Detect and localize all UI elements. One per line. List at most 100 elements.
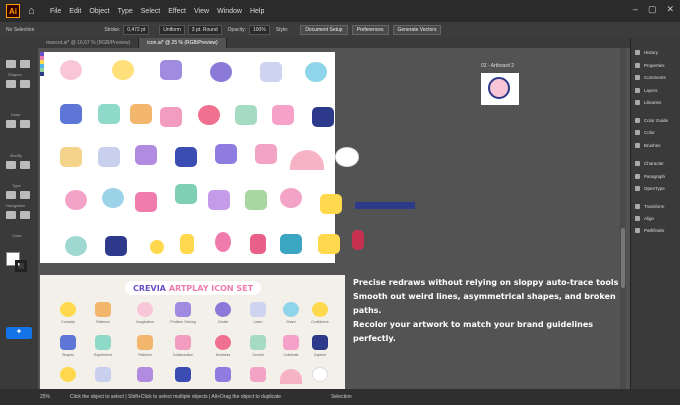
panel-color-guide[interactable]: Color Guide bbox=[635, 118, 668, 123]
scrollbar-thumb[interactable] bbox=[621, 228, 625, 288]
label-capture: Capture bbox=[313, 353, 327, 357]
panel-layers[interactable]: Layers bbox=[635, 88, 658, 93]
puzzle-pieces-icon bbox=[280, 234, 302, 254]
puzzle-icon bbox=[160, 60, 182, 80]
panel-transform[interactable]: Transform bbox=[635, 204, 664, 209]
tab-icon[interactable]: icon.ai* @ 25 % (RGB/Preview) bbox=[139, 38, 227, 48]
eraser-icon bbox=[320, 194, 342, 214]
opacity-input[interactable]: 100% bbox=[249, 25, 270, 35]
rotate-tool-icon[interactable] bbox=[6, 161, 16, 169]
star-jar-icon bbox=[175, 184, 197, 204]
generative-button-icon[interactable]: ✦ bbox=[6, 327, 32, 339]
preferences-button[interactable]: Preferences bbox=[351, 25, 389, 35]
label-curiosity: Curiosity bbox=[61, 320, 75, 324]
touch-type-tool-icon[interactable] bbox=[20, 191, 30, 199]
vertical-scrollbar[interactable] bbox=[620, 48, 626, 389]
toolbar-label-navigation: Navigation bbox=[6, 203, 25, 208]
create-icon bbox=[215, 302, 231, 317]
menu-edit[interactable]: Edit bbox=[69, 8, 81, 15]
certificate-icon bbox=[60, 147, 82, 167]
type-tool-icon[interactable] bbox=[6, 191, 16, 199]
rectangle-tool-icon[interactable] bbox=[6, 80, 16, 88]
menu-type[interactable]: Type bbox=[118, 8, 133, 15]
artboard-preview: CREVIA ARTPLAY ICON SET Curiosity Patien… bbox=[40, 275, 345, 389]
menu-window[interactable]: Window bbox=[217, 8, 242, 15]
label-confidence: Confidence bbox=[311, 320, 329, 324]
backpack-icon bbox=[135, 145, 157, 165]
backpack-small-icon bbox=[137, 367, 153, 382]
zoom-level[interactable]: 25% bbox=[40, 394, 50, 400]
gift-small-icon bbox=[250, 367, 266, 382]
confidence-icon bbox=[312, 302, 328, 317]
kindness-icon bbox=[215, 335, 231, 350]
menu-items: File Edit Object Type Select Effect View… bbox=[50, 8, 272, 15]
ellipse-tool-icon[interactable] bbox=[20, 80, 30, 88]
cloud-icon bbox=[335, 147, 359, 167]
minimize-icon[interactable]: – bbox=[633, 4, 638, 15]
panel-paragraph[interactable]: Paragraph bbox=[635, 174, 665, 179]
menu-select[interactable]: Select bbox=[141, 8, 160, 15]
panel-libraries[interactable]: Libraries bbox=[635, 100, 661, 105]
menu-object[interactable]: Object bbox=[89, 8, 109, 15]
stroke-input[interactable]: 0,472 pt bbox=[123, 25, 150, 35]
panel-character[interactable]: Character bbox=[635, 161, 664, 166]
magnifier-icon bbox=[60, 60, 82, 80]
patience-icon bbox=[95, 302, 111, 317]
panel-history[interactable]: History bbox=[635, 50, 658, 55]
scale-tool-icon[interactable] bbox=[20, 161, 30, 169]
close-icon[interactable]: ✕ bbox=[666, 4, 674, 15]
panel-comments[interactable]: Comments bbox=[635, 75, 666, 80]
hand-tool-icon[interactable] bbox=[6, 211, 16, 219]
door-icon bbox=[215, 144, 237, 164]
panel-pathfinder[interactable]: Pathfinder bbox=[635, 228, 665, 233]
pen-tool-icon[interactable] bbox=[6, 120, 16, 128]
home-icon[interactable]: ⌂ bbox=[28, 5, 42, 17]
celebrate-icon bbox=[283, 335, 299, 350]
tab-mascot[interactable]: mascot.ai* @ 16,67 % (RGB/Preview) bbox=[38, 38, 140, 48]
magnet-icon bbox=[135, 192, 157, 212]
plane-small-icon bbox=[175, 367, 191, 382]
color-guide-icon bbox=[635, 118, 640, 123]
panel-opentype[interactable]: OpenType bbox=[635, 186, 665, 191]
direct-selection-tool-icon[interactable] bbox=[20, 60, 30, 68]
ruler-icon bbox=[355, 202, 415, 209]
share-icon bbox=[283, 302, 299, 317]
menu-view[interactable]: View bbox=[194, 8, 209, 15]
selection-tool-icon[interactable] bbox=[6, 60, 16, 68]
transform-icon bbox=[635, 204, 640, 209]
panel-color[interactable]: Color bbox=[635, 130, 655, 135]
panel-align[interactable]: Align bbox=[635, 216, 654, 221]
book-icon bbox=[260, 62, 282, 82]
label-create: Create bbox=[217, 320, 229, 324]
promo-line-3: Recolor your artwork to match your brand… bbox=[353, 320, 594, 343]
label-learn: Learn bbox=[253, 320, 263, 324]
camera-icon bbox=[312, 107, 334, 127]
stroke-swatch[interactable] bbox=[15, 260, 27, 272]
panel-brushes[interactable]: Brushes bbox=[635, 143, 661, 148]
panel-properties[interactable]: Properties bbox=[635, 63, 665, 68]
thread-spool-icon bbox=[250, 234, 266, 254]
comments-icon bbox=[635, 75, 640, 80]
menu-file[interactable]: File bbox=[50, 8, 61, 15]
brush-select[interactable]: 3 pt. Round bbox=[187, 25, 222, 35]
menu-effect[interactable]: Effect bbox=[168, 8, 186, 15]
butterfly-icon bbox=[208, 190, 230, 210]
label-patience-row2: Patience bbox=[138, 353, 152, 357]
pencil-tool-icon[interactable] bbox=[20, 120, 30, 128]
maximize-icon[interactable]: ▢ bbox=[648, 4, 657, 15]
experiment-icon bbox=[95, 335, 111, 350]
artboard2-label: 02 - Artboard 2 bbox=[481, 63, 515, 69]
menu-help[interactable]: Help bbox=[250, 8, 264, 15]
zoom-tool-icon[interactable] bbox=[20, 211, 30, 219]
opacity-label: Opacity: bbox=[227, 27, 246, 33]
generate-vectors-button[interactable]: Generate Vectors bbox=[392, 25, 442, 35]
sun-icon bbox=[65, 236, 87, 256]
brushes-icon bbox=[635, 143, 640, 148]
uniform-select[interactable]: Uniform bbox=[159, 25, 185, 35]
toolbar-label-draw: Draw bbox=[11, 112, 21, 117]
rainbow-icon bbox=[290, 150, 324, 170]
label-shapes: Shapes bbox=[62, 353, 74, 357]
document-setup-button[interactable]: Document Setup bbox=[300, 25, 348, 35]
label-growth: Growth bbox=[252, 353, 264, 357]
ribbon-icon bbox=[352, 230, 364, 250]
